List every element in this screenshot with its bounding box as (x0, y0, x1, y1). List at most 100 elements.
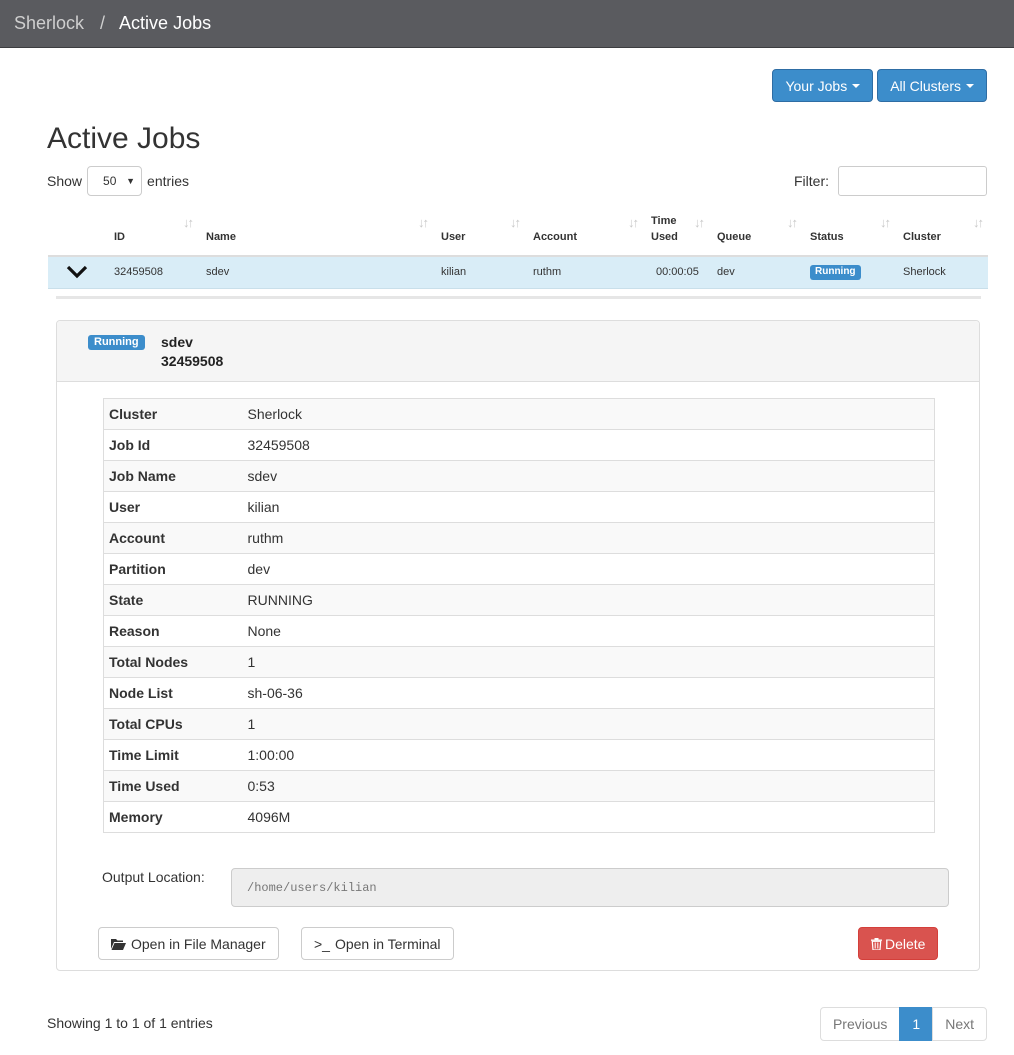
detail-key: Total CPUs (103, 708, 243, 740)
column-header-time-used[interactable]: Time Used ↓↑ (643, 206, 709, 257)
filter-label: Filter: (794, 173, 829, 189)
jobs-table-header: ID ↓↑ Name ↓↑ User ↓↑ Account ↓↑ Time Used ↓↑ … (48, 206, 988, 257)
navbar: Sherlock / Active Jobs (0, 0, 1014, 48)
job-detail-name: sdev (161, 334, 193, 350)
job-detail-id: 32459508 (161, 353, 224, 369)
detail-key: Job Id (103, 429, 243, 461)
delete-label: Delete (885, 935, 926, 952)
chevron-down-icon (66, 265, 98, 279)
entries-label: entries (147, 173, 190, 189)
column-header-name[interactable]: Name ↓↑ (198, 206, 433, 257)
detail-row: User kilian (103, 491, 935, 523)
job-detail-panel: Running sdev 32459508 Cluster Sherlock Jo… (56, 320, 980, 971)
open-in-file-manager-button[interactable]: Open in File Manager (98, 927, 279, 960)
sort-icon: ↓↑ (973, 215, 984, 230)
column-header-status[interactable]: Status ↓↑ (802, 206, 895, 257)
table-row[interactable]: 32459508 sdev kilian ruthm 00:00:05 dev … (48, 256, 988, 289)
cell-user: kilian (433, 256, 525, 289)
column-header-account[interactable]: Account ↓↑ (525, 206, 643, 257)
pagination-page-1[interactable]: 1 (899, 1007, 934, 1041)
detail-row: Memory 4096M (103, 801, 935, 833)
job-detail-heading: Running sdev 32459508 (57, 321, 979, 382)
detail-row: State RUNNING (103, 584, 935, 616)
open-in-terminal-label: Open in Terminal (334, 935, 441, 952)
detail-key: Cluster (103, 398, 243, 430)
all-clusters-label: All Clusters (890, 77, 961, 94)
cell-queue: dev (709, 256, 802, 289)
column-header-user-label: User (441, 231, 466, 243)
job-detail-title: sdev 32459508 (161, 333, 223, 371)
column-header-status-label: Status (810, 231, 844, 243)
delete-job-button[interactable]: Delete (858, 927, 939, 960)
cell-account: ruthm (525, 256, 643, 289)
detail-value: 4096M (242, 801, 935, 833)
cell-cluster: Sherlock (895, 256, 988, 289)
column-header-queue-label: Queue (717, 231, 752, 243)
column-header-id[interactable]: ID ↓↑ (106, 206, 198, 257)
detail-value: 1:00:00 (242, 739, 935, 771)
pagination-previous[interactable]: Previous (819, 1007, 901, 1041)
detail-value: kilian (242, 491, 935, 523)
open-in-file-manager-label: Open in File Manager (131, 935, 266, 952)
detail-key: Node List (103, 677, 243, 709)
page-title: Active Jobs (47, 122, 201, 155)
detail-value: 0:53 (242, 770, 935, 802)
detail-key: Partition (103, 553, 243, 585)
row-toggle[interactable] (48, 256, 106, 289)
entries-length-select[interactable]: 50 ▼ (87, 166, 143, 196)
detail-row: Total Nodes 1 (103, 646, 935, 678)
detail-value: 1 (242, 646, 935, 678)
column-header-user[interactable]: User ↓↑ (433, 206, 525, 257)
breadcrumb-root[interactable]: Sherlock (14, 13, 84, 34)
status-badge: Running (88, 335, 145, 350)
detail-row: Job Id 32459508 (103, 429, 935, 461)
sort-icon: ↓↑ (880, 215, 891, 230)
job-detail-table: Cluster Sherlock Job Id 32459508 Job Name s… (103, 398, 935, 833)
detail-row: Node List sh-06-36 (103, 677, 935, 709)
detail-row: Reason None (103, 615, 935, 647)
column-header-name-label: Name (206, 231, 236, 243)
filter-input[interactable] (838, 166, 987, 196)
terminal-icon: >_ (314, 935, 330, 952)
row-divider (56, 296, 981, 299)
detail-value: sdev (242, 460, 935, 492)
detail-key: Time Used (103, 770, 243, 802)
cell-time-used: 00:00:05 (643, 256, 709, 289)
detail-row: Cluster Sherlock (103, 398, 935, 430)
cell-id: 32459508 (106, 256, 198, 289)
select-arrow-icon: ▼ (126, 176, 136, 186)
detail-key: Memory (103, 801, 243, 833)
output-location-field[interactable]: /home/users/kilian (231, 868, 949, 907)
open-in-terminal-button[interactable]: >_ Open in Terminal (301, 927, 454, 960)
job-filter-buttons: Your Jobs All Clusters (772, 69, 987, 102)
your-jobs-dropdown[interactable]: Your Jobs (772, 69, 874, 102)
your-jobs-label: Your Jobs (785, 77, 848, 94)
all-clusters-dropdown[interactable]: All Clusters (877, 69, 987, 102)
detail-value: RUNNING (242, 584, 935, 616)
sort-icon: ↓↑ (183, 215, 194, 230)
column-header-queue[interactable]: Queue ↓↑ (709, 206, 802, 257)
column-header-account-label: Account (533, 231, 577, 243)
column-header-id-label: ID (114, 231, 125, 243)
detail-value: dev (242, 553, 935, 585)
breadcrumb-current: Active Jobs (119, 13, 212, 33)
sort-icon: ↓↑ (694, 215, 705, 230)
cell-status: Running (802, 256, 895, 289)
detail-value: ruthm (242, 522, 935, 554)
detail-row: Total CPUs 1 (103, 708, 935, 740)
pagination-next[interactable]: Next (932, 1007, 987, 1041)
detail-row: Partition dev (103, 553, 935, 585)
column-header-cluster[interactable]: Cluster ↓↑ (895, 206, 988, 257)
detail-row: Account ruthm (103, 522, 935, 554)
sort-icon: ↓↑ (628, 215, 639, 230)
column-header-used-label: Used (651, 231, 678, 243)
sort-icon: ↓↑ (418, 215, 429, 230)
cell-name: sdev (198, 256, 433, 289)
table-info: Showing 1 to 1 of 1 entries (47, 1015, 213, 1031)
status-badge: Running (810, 264, 861, 280)
caret-down-icon (852, 83, 861, 88)
folder-open-icon (111, 938, 126, 950)
entries-length-value: 50 (103, 174, 117, 188)
detail-row: Time Used 0:53 (103, 770, 935, 802)
detail-key: Total Nodes (103, 646, 243, 678)
